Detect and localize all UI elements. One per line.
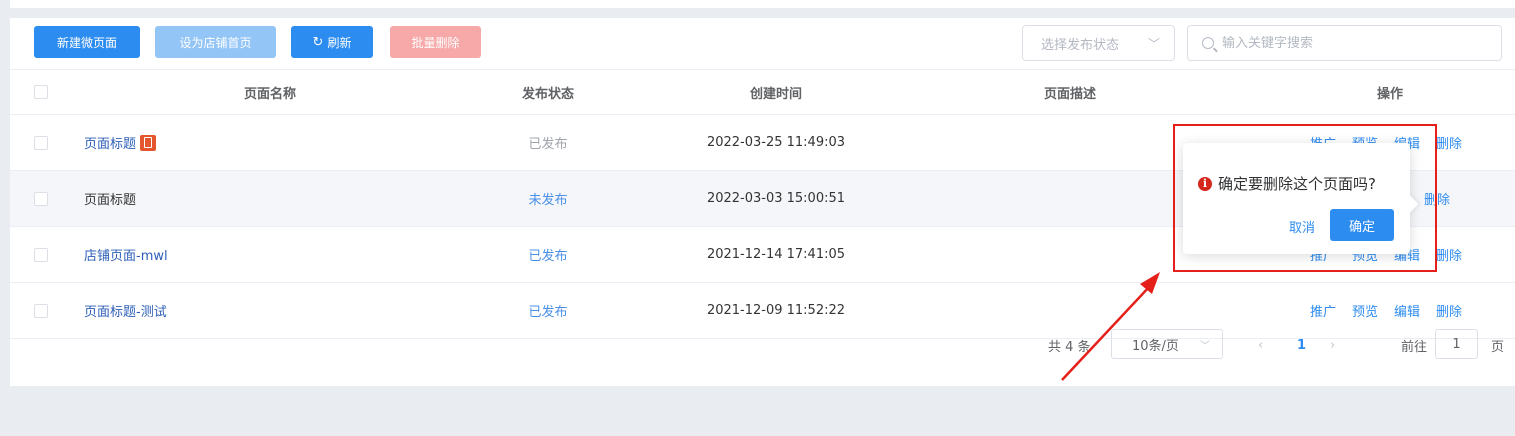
header-desc: 页面描述 (1043, 86, 1096, 102)
page-size-value: 10条/页 (1132, 338, 1179, 354)
row-checkbox[interactable] (34, 135, 48, 150)
delete-link[interactable]: 删除 (1436, 245, 1462, 264)
row-name[interactable]: 页面标题 (84, 171, 136, 226)
row-status: 已发布 (528, 249, 568, 264)
set-home-button[interactable]: 设为店铺首页 (155, 26, 276, 58)
row-created: 2022-03-03 15:00:51 (706, 191, 846, 206)
top-panel-edge (10, 0, 1515, 8)
row-checkbox[interactable] (34, 303, 48, 318)
pagination-total: 共 4 条 (1048, 339, 1091, 355)
search-input[interactable] (1222, 35, 1482, 51)
chevron-down-icon: ﹀ (1200, 340, 1210, 352)
page-name-link[interactable]: 页面标题-测试 (84, 301, 167, 320)
page-name-link[interactable]: 页面标题 (84, 189, 136, 208)
goto-label: 前往 (1401, 339, 1428, 355)
header-name: 页面名称 (243, 86, 296, 102)
chevron-down-icon: ﹀ (1147, 37, 1160, 51)
row-status: 已发布 (528, 137, 568, 152)
refresh-icon: ↻ (312, 34, 324, 50)
batch-delete-button[interactable]: 批量删除 (390, 26, 481, 58)
goto-page-input[interactable]: 1 (1435, 329, 1478, 359)
row-status: 已发布 (528, 305, 568, 320)
page-name-link[interactable]: 店铺页面-mwl (84, 245, 168, 264)
new-page-button[interactable]: 新建微页面 (34, 26, 140, 58)
page-name-link[interactable]: 页面标题 (84, 133, 136, 152)
status-select-placeholder: 选择发布状态 (1041, 37, 1120, 53)
row-checkbox[interactable] (34, 191, 48, 206)
search-icon (1202, 37, 1214, 49)
header-created: 创建时间 (749, 86, 802, 102)
header-ops: 操作 (1376, 86, 1403, 102)
row-checkbox[interactable] (34, 247, 48, 262)
promote-link[interactable]: 推广 (1310, 301, 1336, 320)
row-created: 2021-12-09 11:52:22 (706, 303, 846, 318)
refresh-button[interactable]: ↻ 刷新 (291, 26, 373, 58)
publish-status-select[interactable]: 选择发布状态 ﹀ (1022, 25, 1175, 61)
page-suffix: 页 (1491, 339, 1505, 355)
row-created: 2022-03-25 11:49:03 (706, 135, 846, 150)
search-box[interactable] (1187, 25, 1502, 61)
delete-link[interactable]: 删除 (1436, 301, 1462, 320)
refresh-label: 刷新 (327, 35, 352, 50)
table-header: 页面名称 发布状态 创建时间 页面描述 操作 (10, 69, 1515, 115)
next-page-button[interactable]: › (1330, 330, 1335, 360)
delete-link[interactable]: 删除 (1436, 133, 1462, 152)
edit-link[interactable]: 编辑 (1394, 301, 1420, 320)
page-size-select[interactable]: 10条/页 ﹀ (1111, 329, 1223, 359)
table-row: 页面标题-测试 已发布 2021-12-09 11:52:22 推广 预览 编辑… (10, 283, 1515, 339)
mobile-home-icon (140, 134, 157, 151)
page-number[interactable]: 1 (1297, 330, 1306, 360)
row-created: 2021-12-14 17:41:05 (706, 247, 846, 262)
annotation-highlight-box (1173, 124, 1437, 272)
row-name[interactable]: 页面标题 (84, 115, 157, 170)
row-name[interactable]: 店铺页面-mwl (84, 227, 168, 282)
row-status: 未发布 (528, 193, 568, 208)
header-status: 发布状态 (521, 86, 574, 102)
preview-link[interactable]: 预览 (1352, 301, 1378, 320)
row-name[interactable]: 页面标题-测试 (84, 283, 167, 338)
prev-page-button[interactable]: ‹ (1258, 330, 1263, 360)
